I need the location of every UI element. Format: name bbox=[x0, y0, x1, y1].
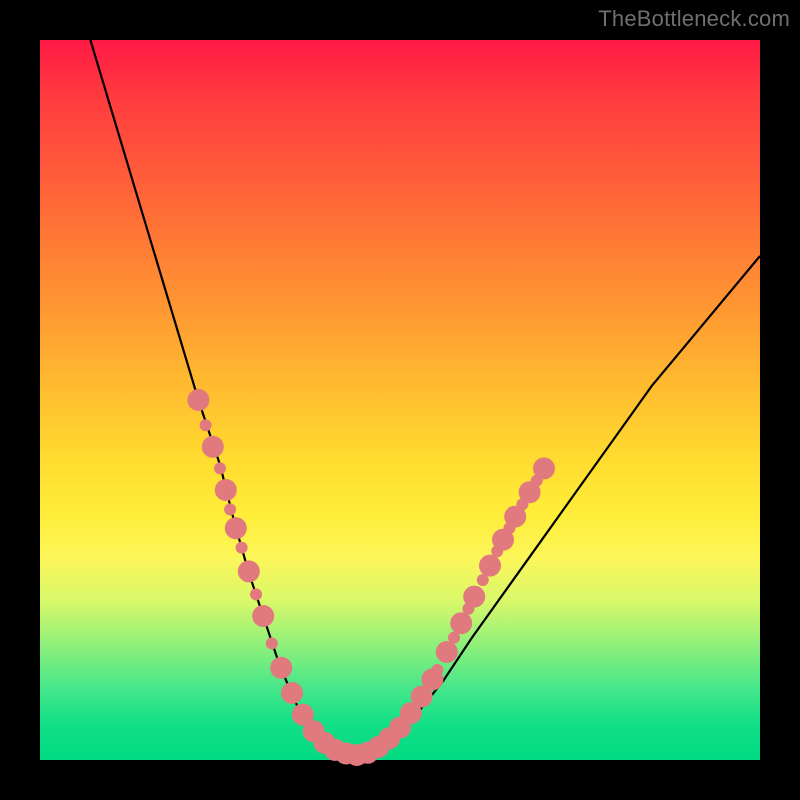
watermark-text: TheBottleneck.com bbox=[598, 6, 790, 32]
marker-dot bbox=[281, 682, 303, 704]
marker-dot bbox=[202, 436, 224, 458]
marker-dot bbox=[252, 605, 274, 627]
marker-dot bbox=[224, 503, 236, 515]
marker-dot bbox=[200, 419, 212, 431]
marker-dot bbox=[238, 560, 260, 582]
marker-dot bbox=[215, 479, 237, 501]
marker-dot bbox=[187, 389, 209, 411]
marker-dot bbox=[479, 555, 501, 577]
marker-dot bbox=[250, 588, 262, 600]
highlight-dots bbox=[187, 389, 555, 766]
marker-dot bbox=[236, 542, 248, 554]
marker-dot bbox=[463, 586, 485, 608]
marker-dot bbox=[533, 457, 555, 479]
chart-overlay bbox=[40, 40, 760, 760]
marker-dot bbox=[266, 637, 278, 649]
marker-dot bbox=[270, 657, 292, 679]
marker-dot bbox=[214, 462, 226, 474]
chart-frame: TheBottleneck.com bbox=[0, 0, 800, 800]
marker-dot bbox=[436, 641, 458, 663]
marker-dot bbox=[225, 517, 247, 539]
marker-dot bbox=[450, 612, 472, 634]
marker-dot bbox=[431, 664, 443, 676]
